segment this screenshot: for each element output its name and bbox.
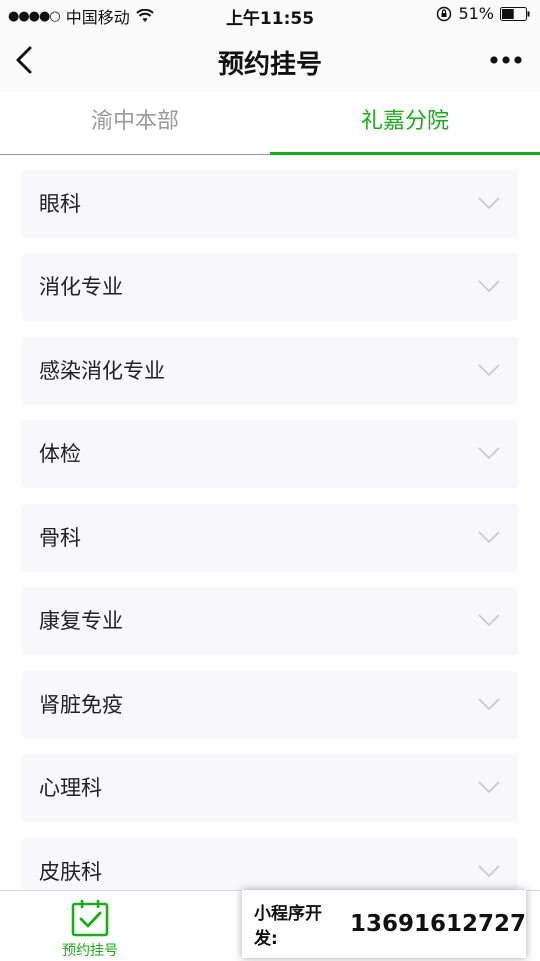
more-options-icon[interactable]: [488, 50, 524, 70]
department-item[interactable]: 消化专业: [22, 253, 518, 321]
promo-phone: 13691612727: [349, 911, 526, 937]
page-title: 预约挂号: [217, 50, 322, 80]
nav-bar: 预约挂号: [0, 30, 540, 92]
chevron-down-icon: [478, 197, 500, 210]
promo-banner: 小程序开发: 13691612727: [242, 890, 526, 958]
department-label: 康复专业: [39, 609, 123, 633]
department-list[interactable]: 眼科 消化专业 感染消化专业 体检 骨科 康复专业 肾脏免疫 心理科 皮肤科: [0, 155, 540, 890]
campus-tabs: 渝中本部 礼嘉分院: [0, 92, 540, 156]
department-label: 感染消化专业: [39, 359, 165, 383]
department-item[interactable]: 肾脏免疫: [22, 671, 518, 739]
chevron-down-icon: [478, 698, 500, 711]
status-right: 51%: [436, 4, 530, 23]
chevron-down-icon: [478, 364, 500, 377]
battery-percentage: 51%: [458, 4, 494, 23]
department-label: 肾脏免疫: [39, 693, 123, 717]
chevron-down-icon: [478, 280, 500, 293]
department-item[interactable]: 体检: [22, 420, 518, 488]
calendar-check-icon: [71, 900, 109, 937]
department-item[interactable]: 感染消化专业: [22, 337, 518, 405]
department-label: 心理科: [39, 776, 102, 800]
department-item[interactable]: 皮肤科: [22, 838, 518, 890]
rotation-lock-icon: [437, 6, 452, 21]
promo-label: 小程序开发:: [254, 904, 322, 949]
tabbar-label: 预约挂号: [62, 943, 118, 959]
battery-icon: [500, 6, 530, 21]
department-label: 眼科: [39, 192, 81, 216]
department-label: 体检: [39, 442, 81, 466]
chevron-down-icon: [478, 865, 500, 878]
tab-lijia[interactable]: 礼嘉分院: [270, 92, 540, 156]
status-bar: ●●●●○ 中国移动 上午11:55 51%: [0, 0, 540, 30]
department-label: 消化专业: [39, 275, 123, 299]
department-label: 骨科: [39, 526, 81, 550]
department-label: 皮肤科: [39, 860, 102, 884]
chevron-down-icon: [478, 447, 500, 460]
department-item[interactable]: 骨科: [22, 504, 518, 572]
department-item[interactable]: 康复专业: [22, 587, 518, 655]
tabbar-item-appointment[interactable]: 预约挂号: [0, 891, 180, 961]
department-item[interactable]: 眼科: [22, 170, 518, 238]
chevron-down-icon: [478, 531, 500, 544]
chevron-down-icon: [478, 614, 500, 627]
department-item[interactable]: 心理科: [22, 754, 518, 822]
tab-yuzhong[interactable]: 渝中本部: [0, 92, 270, 154]
chevron-down-icon: [478, 781, 500, 794]
